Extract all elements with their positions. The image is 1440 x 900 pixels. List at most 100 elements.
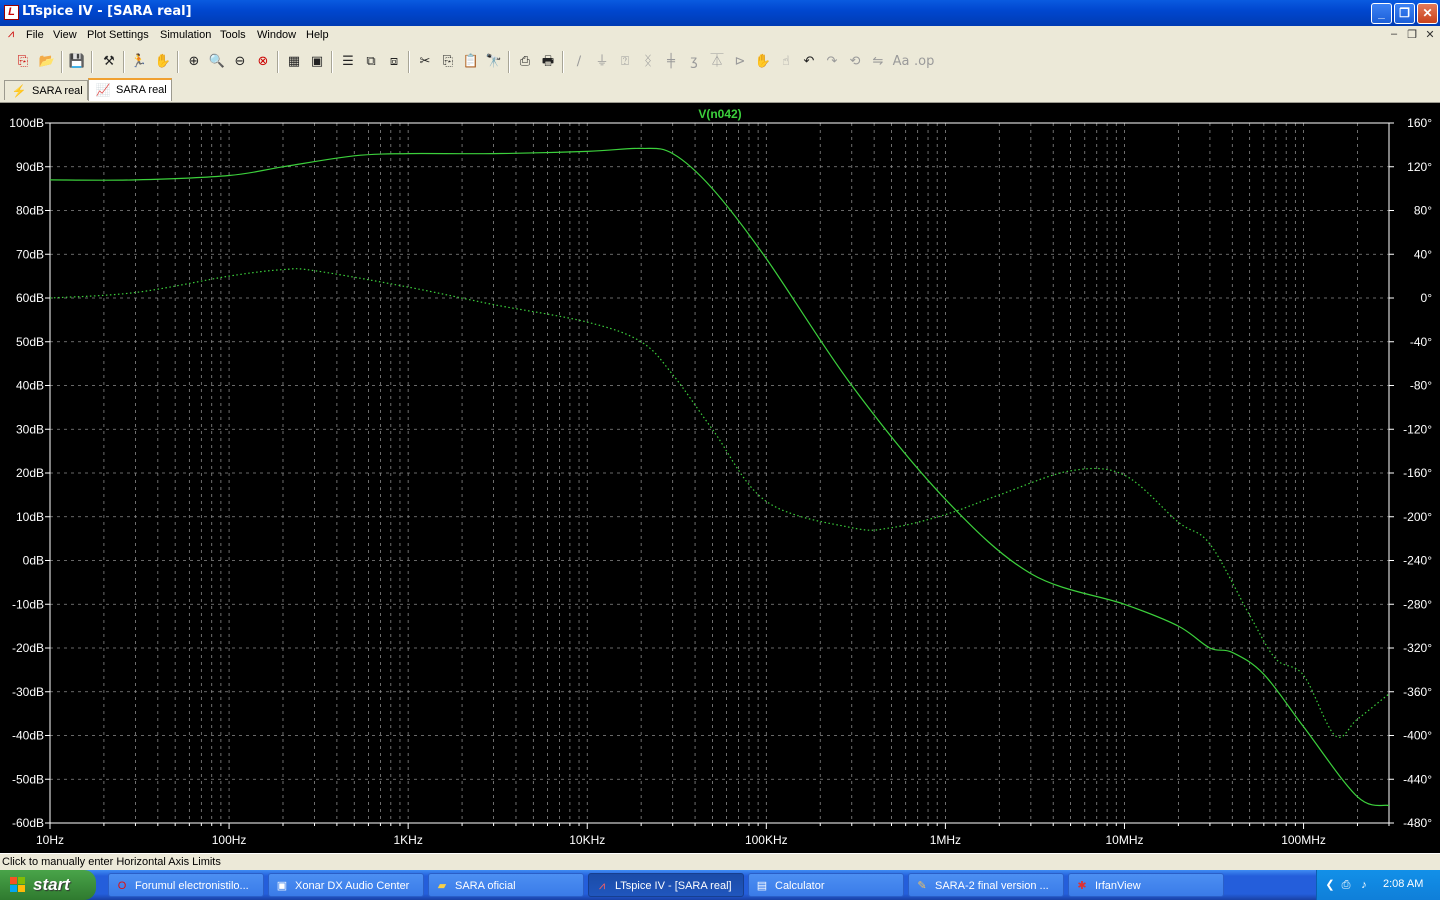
title-bar[interactable]: L LTspice IV - [SARA real] _ ❐ ✕ — [0, 0, 1440, 26]
menu-tools[interactable]: Tools — [220, 29, 246, 41]
tab-waveform[interactable]: 📈 SARA real — [88, 78, 172, 101]
drag-icon[interactable]: ☝ — [776, 52, 796, 72]
toolbar-separator — [562, 51, 564, 73]
close-button[interactable]: ✕ — [1417, 3, 1438, 24]
save-icon[interactable]: 💾 — [67, 52, 87, 72]
rotate-icon[interactable]: ⟲ — [845, 52, 865, 72]
paste-icon[interactable]: 📋 — [461, 52, 481, 72]
label-net-icon[interactable]: ⍰ — [615, 52, 635, 72]
y-right-tick-label: -480° — [1403, 816, 1432, 830]
taskbar-item-folder[interactable]: ▰ SARA oficial — [428, 873, 584, 897]
print-preview-icon[interactable]: ⎙ — [515, 52, 535, 72]
restore-button[interactable]: ❐ — [1394, 3, 1415, 24]
minimize-button[interactable]: _ — [1371, 3, 1392, 24]
zoom-fit-icon[interactable]: ⊗ — [253, 52, 273, 72]
cut-icon[interactable]: ✂ — [415, 52, 435, 72]
taskbar-item-ltspice[interactable]: ⩘ LTspice IV - [SARA real] — [588, 873, 744, 897]
text-icon[interactable]: Aa — [891, 52, 911, 72]
menu-bar: ⩘ File View Plot Settings Simulation Too… — [0, 26, 1440, 46]
zoom-pan-icon[interactable]: 🔍 — [207, 52, 227, 72]
copy-icon[interactable]: ⎘ — [438, 52, 458, 72]
tile-vertical-icon[interactable]: ⧉ — [361, 52, 381, 72]
ltspice-icon: ⩘ — [598, 880, 606, 892]
trace-name[interactable]: V(n042) — [698, 107, 741, 121]
clock[interactable]: 2:08 AM — [1383, 878, 1423, 890]
y-left-tick-label: 70dB — [16, 247, 44, 261]
calculator-icon: ▤ — [756, 880, 768, 892]
schematic-icon: ⚡ — [11, 84, 27, 98]
taskbar-item-document[interactable]: ✎ SARA-2 final version ... — [908, 873, 1064, 897]
taskbar-item-browser[interactable]: O Forumul electronistilo... — [108, 873, 264, 897]
capacitor-icon[interactable]: ╪ — [661, 52, 681, 72]
menu-simulation[interactable]: Simulation — [160, 29, 211, 41]
y-right-tick-label: -200° — [1403, 510, 1432, 524]
y-left-tick-label: 20dB — [16, 466, 44, 480]
window-title: LTspice IV - [SARA real] — [22, 4, 192, 19]
plot-frame — [49, 122, 1390, 824]
menu-help[interactable]: Help — [306, 29, 329, 41]
y-right-tick-label: 40° — [1414, 247, 1432, 261]
resistor-icon[interactable]: ᛝ — [638, 52, 658, 72]
audio-center-icon: ▣ — [276, 880, 288, 892]
waveform-viewer[interactable]: 10Hz 100Hz 1KHz 10KHz 100KHz 1MHz 10MHz 100MHz 1… — [0, 103, 1440, 853]
tray-arrow-icon[interactable]: ❮ — [1323, 878, 1337, 892]
document-tabs: ⚡ SARA real 📈 SARA real — [0, 78, 1440, 103]
inductor-icon[interactable]: ʒ — [684, 52, 704, 72]
volume-icon[interactable]: ♪ — [1357, 878, 1371, 892]
taskbar-item-irfanview[interactable]: ✱ IrfanView — [1068, 873, 1224, 897]
tile-horizontal-icon[interactable]: ☰ — [338, 52, 358, 72]
y-left-tick-label: 50dB — [16, 335, 44, 349]
y-left-tick-label: -40dB — [12, 729, 44, 743]
find-icon[interactable]: 🔭 — [484, 52, 504, 72]
zoom-out-icon[interactable]: ⊖ — [230, 52, 250, 72]
opera-icon: O — [117, 880, 127, 892]
zoom-in-icon[interactable]: ⊕ — [184, 52, 204, 72]
diode-icon[interactable]: ⏄ — [707, 52, 727, 72]
x-tick-label: 10KHz — [569, 833, 605, 847]
document-icon[interactable]: ⩘ — [4, 28, 18, 42]
ltspice-app-icon[interactable]: L — [4, 5, 19, 20]
bode-plot[interactable]: 10Hz 100Hz 1KHz 10KHz 100KHz 1MHz 10MHz 100MHz 1… — [0, 103, 1440, 853]
ground-icon[interactable]: ⏚ — [592, 52, 612, 72]
toolbar-separator — [331, 51, 333, 73]
network-icon[interactable]: ⎙ — [1339, 878, 1353, 892]
new-schematic-icon[interactable]: ⎘ — [13, 52, 33, 72]
mdi-restore-icon[interactable]: ❐ — [1405, 28, 1419, 42]
run-icon[interactable]: 🏃 — [129, 52, 149, 72]
toolbar-separator — [91, 51, 93, 73]
start-button[interactable]: start — [0, 870, 96, 900]
taskbar-item-calculator[interactable]: ▤ Calculator — [748, 873, 904, 897]
redo-icon[interactable]: ↷ — [822, 52, 842, 72]
control-panel-icon[interactable]: ⚒ — [99, 52, 119, 72]
open-icon[interactable]: 📂 — [37, 52, 57, 72]
wire-icon[interactable]: ∕ — [569, 52, 589, 72]
x-tick-label: 1KHz — [393, 833, 422, 847]
taskbar-item-xonar[interactable]: ▣ Xonar DX Audio Center — [268, 873, 424, 897]
move-icon[interactable]: ✋ — [753, 52, 773, 72]
spice-directive-icon[interactable]: .op — [914, 52, 934, 72]
undo-icon[interactable]: ↶ — [799, 52, 819, 72]
y-left-tick-label: -60dB — [12, 816, 44, 830]
autorange-icon[interactable]: ▦ — [284, 52, 304, 72]
menu-plot-settings[interactable]: Plot Settings — [87, 29, 149, 41]
magnitude-trace — [49, 147, 1390, 807]
print-icon[interactable]: 🖶 — [538, 52, 558, 72]
y-right-tick-label: 80° — [1414, 204, 1432, 218]
menu-view[interactable]: View — [53, 29, 77, 41]
grid-icon[interactable]: ▣ — [307, 52, 327, 72]
mdi-close-icon[interactable]: ✕ — [1423, 28, 1437, 42]
menu-file[interactable]: File — [26, 29, 44, 41]
y-left-tick-label: -10dB — [12, 597, 44, 611]
menu-window[interactable]: Window — [257, 29, 296, 41]
mirror-icon[interactable]: ⇋ — [868, 52, 888, 72]
component-icon[interactable]: ⊳ — [730, 52, 750, 72]
mdi-minimize-icon[interactable]: – — [1387, 28, 1401, 42]
toolbar-separator — [61, 51, 63, 73]
x-tick-label: 100Hz — [212, 833, 247, 847]
cascade-icon[interactable]: ⧈ — [384, 52, 404, 72]
task-label: SARA-2 final version ... — [935, 880, 1049, 892]
tab-schematic[interactable]: ⚡ SARA real — [4, 80, 88, 100]
y-left-tick-label: 40dB — [16, 379, 44, 393]
task-label: Xonar DX Audio Center — [295, 880, 410, 892]
halt-icon[interactable]: ✋ — [153, 52, 173, 72]
